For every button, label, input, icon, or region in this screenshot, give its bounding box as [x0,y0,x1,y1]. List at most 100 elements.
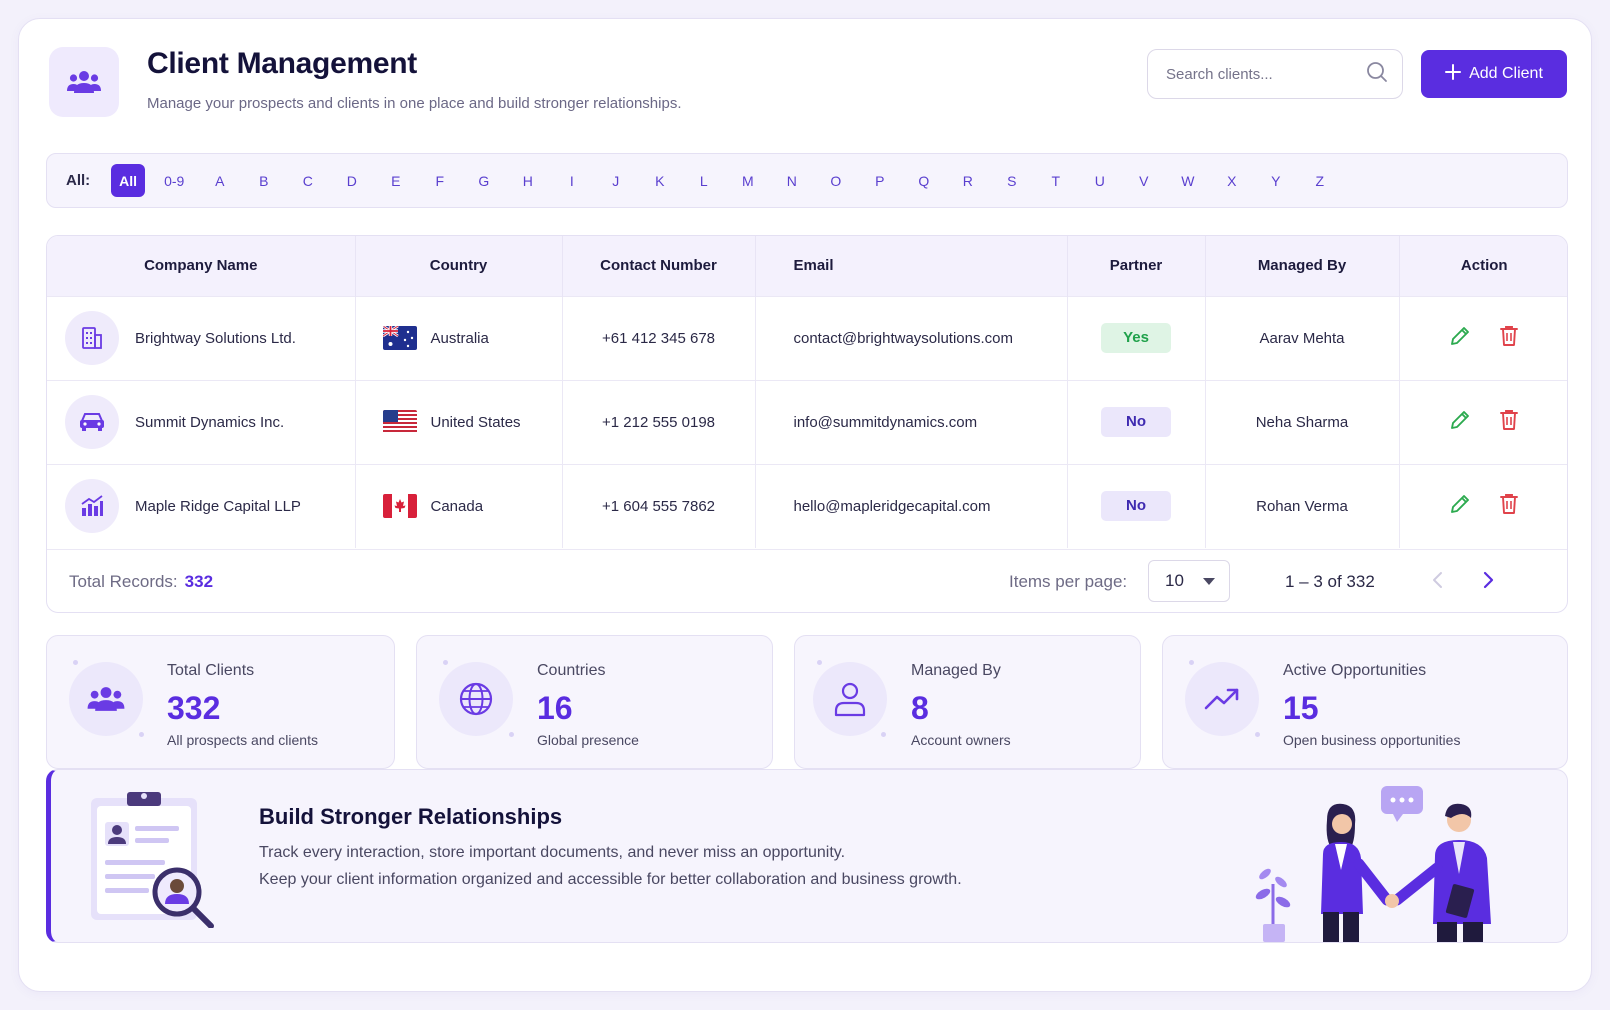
stat-card-managed-by: Managed By 8 Account owners [794,635,1141,769]
table-row[interactable]: Summit Dynamics Inc. United States +1 21… [47,380,1567,464]
search-input[interactable] [1166,65,1366,83]
alpha-item-k[interactable]: K [643,164,676,197]
stat-label: Active Opportunities [1283,662,1427,679]
alpha-item-o[interactable]: O [819,164,852,197]
alpha-item-i[interactable]: I [555,164,588,197]
alpha-item-t[interactable]: T [1039,164,1072,197]
table-row[interactable]: Maple Ridge Capital LLP Canada +1 604 55… [47,464,1567,548]
plus-icon [1445,63,1462,85]
alpha-item-w[interactable]: W [1171,164,1204,197]
partner-badge: No [1101,407,1171,437]
stat-label: Managed By [911,662,1001,679]
alpha-item-l[interactable]: L [687,164,720,197]
alpha-item-all[interactable]: All [111,164,146,197]
alpha-item-s[interactable]: S [995,164,1028,197]
stat-sub: All prospects and clients [167,732,318,748]
caret-down-icon [1203,578,1215,585]
banner-line-1: Track every interaction, store important… [259,844,846,861]
chevron-left-icon[interactable] [1431,570,1445,595]
country-name: Australia [430,329,489,347]
email-address[interactable]: contact@brightwaysolutions.com [755,296,1068,380]
delete-icon[interactable] [1498,408,1520,436]
alpha-item-c[interactable]: C [291,164,324,197]
edit-icon[interactable] [1448,324,1472,352]
building-icon [65,311,119,365]
country-name: United States [430,413,521,431]
chart-icon [65,479,119,534]
stat-sub: Global presence [537,732,639,748]
email-address[interactable]: info@summitdynamics.com [755,380,1068,464]
banner-line-2: Keep your client information organized a… [259,871,962,888]
canada-flag-icon [382,494,417,519]
edit-icon[interactable] [1448,492,1472,520]
alpha-item-q[interactable]: Q [907,164,940,197]
items-per-page-label: Items per page: [1009,571,1128,591]
alpha-item-h[interactable]: H [511,164,544,197]
add-client-button[interactable]: Add Client [1421,50,1567,98]
partner-badge: Yes [1101,323,1171,353]
email-address[interactable]: hello@mapleridgecapital.com [755,464,1068,548]
alpha-item-p[interactable]: P [863,164,896,197]
alpha-item-y[interactable]: Y [1259,164,1292,197]
col-email[interactable]: Email [755,236,1068,296]
table-row[interactable]: Brightway Solutions Ltd. Australia +61 4… [47,296,1567,380]
col-contact-number[interactable]: Contact Number [562,236,756,296]
alpha-item-d[interactable]: D [335,164,368,197]
client-management-panel: Client Management Manage your prospects … [18,18,1592,992]
alpha-item-j[interactable]: J [599,164,632,197]
managed-by: Rohan Verma [1205,464,1400,548]
col-company-name[interactable]: Company Name [47,236,356,296]
banner-title: Build Stronger Relationships [259,804,563,829]
alpha-item-b[interactable]: B [247,164,280,197]
table-header-row: Company Name Country Contact Number Emai… [47,236,1567,296]
edit-icon[interactable] [1448,408,1472,436]
search-box[interactable] [1147,49,1403,99]
search-icon[interactable] [1366,61,1388,88]
alpha-item-v[interactable]: V [1127,164,1160,197]
alpha-item-m[interactable]: M [731,164,764,197]
users-icon [69,662,143,736]
alpha-item-n[interactable]: N [775,164,808,197]
alpha-item-f[interactable]: F [423,164,456,197]
country-name: Canada [430,497,484,515]
add-client-label: Add Client [1469,65,1543,82]
col-managed-by[interactable]: Managed By [1205,236,1400,296]
handshake-illustration [1255,786,1491,942]
stat-card-active-opportunities: Active Opportunities 15 Open business op… [1162,635,1568,769]
stat-value: 8 [911,690,929,726]
items-per-page-value: 10 [1165,571,1184,590]
alpha-item-0-9[interactable]: 0-9 [156,164,192,197]
col-partner[interactable]: Partner [1067,236,1206,296]
clients-table: Company Name Country Contact Number Emai… [46,235,1568,613]
total-records-label: Total Records: [69,571,178,591]
col-action: Action [1460,257,1508,275]
alpha-item-z[interactable]: Z [1303,164,1336,197]
partner-badge: No [1101,491,1171,522]
managed-by: Neha Sharma [1205,380,1400,464]
delete-icon[interactable] [1498,324,1520,352]
alpha-item-u[interactable]: U [1083,164,1116,197]
chevron-right-icon[interactable] [1481,570,1495,595]
alpha-item-g[interactable]: G [467,164,500,197]
alpha-item-r[interactable]: R [951,164,984,197]
us-flag-icon [382,410,417,434]
items-per-page-select[interactable]: 10 [1148,560,1230,602]
company-name: Brightway Solutions Ltd. [135,329,296,347]
alpha-item-x[interactable]: X [1215,164,1248,197]
client-profile-illustration [91,792,214,928]
stat-card-countries: Countries 16 Global presence [416,635,773,769]
alpha-item-a[interactable]: A [203,164,236,197]
globe-icon [439,662,513,736]
user-icon [813,662,887,736]
alpha-item-e[interactable]: E [379,164,412,197]
delete-icon[interactable] [1498,492,1520,520]
managed-by: Aarav Mehta [1205,296,1400,380]
trending-up-icon [1185,662,1259,736]
company-name: Maple Ridge Capital LLP [135,497,301,515]
col-country[interactable]: Country [355,236,563,296]
stat-value: 16 [537,690,573,726]
relationships-banner: Build Stronger Relationships Track every… [46,769,1568,943]
contact-number: +1 604 555 7862 [562,464,756,548]
page-subtitle: Manage your prospects and clients in one… [147,95,682,112]
stat-label: Total Clients [167,662,255,679]
